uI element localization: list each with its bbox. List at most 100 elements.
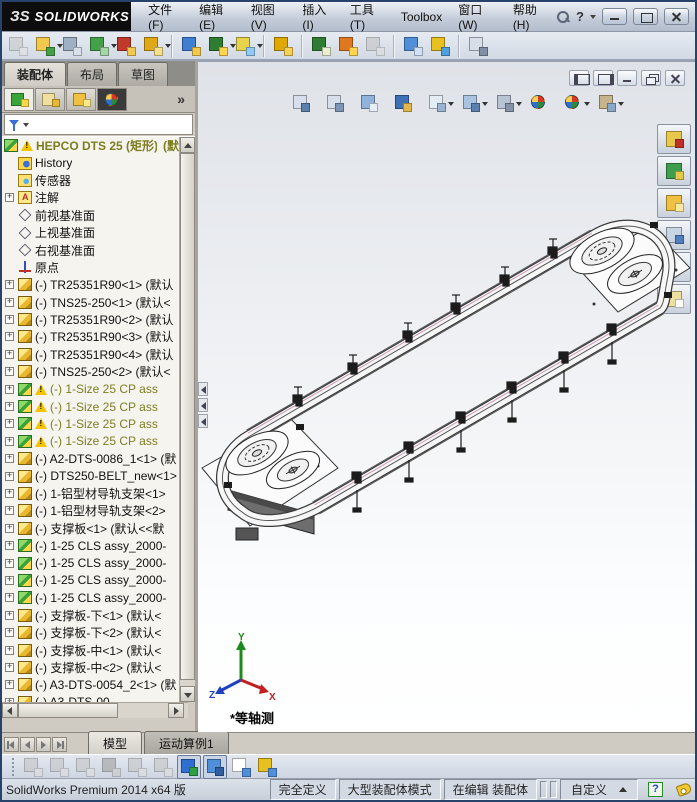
reload-button[interactable] bbox=[151, 755, 175, 779]
save-reminder-button[interactable] bbox=[255, 755, 279, 779]
tree-item[interactable]: (-) A3-DTS-00 bbox=[2, 694, 179, 702]
section-view-button[interactable] bbox=[392, 92, 414, 114]
expand-icon[interactable] bbox=[5, 557, 14, 568]
equations-button[interactable] bbox=[99, 755, 123, 779]
tree-item[interactable]: (-) 1-Size 25 CP ass bbox=[2, 398, 179, 415]
graphics-area[interactable]: , bbox=[198, 61, 695, 732]
design-library-button[interactable] bbox=[657, 156, 691, 186]
quick-tips-button[interactable]: ? bbox=[648, 782, 663, 797]
search-icon[interactable] bbox=[556, 10, 570, 24]
menu-item[interactable]: 帮助(H) bbox=[506, 2, 556, 35]
tree-item[interactable]: (-) 1-Size 25 CP ass bbox=[2, 380, 179, 397]
design-table-button[interactable] bbox=[229, 755, 253, 779]
help-menu[interactable]: ? bbox=[574, 9, 586, 24]
linear-component-pattern-button[interactable] bbox=[87, 34, 117, 58]
scroll-right-button[interactable] bbox=[168, 703, 184, 718]
expand-icon[interactable] bbox=[5, 522, 14, 533]
isolate-button[interactable] bbox=[309, 34, 333, 58]
expand-icon[interactable] bbox=[5, 504, 14, 516]
exploded-view-button[interactable] bbox=[271, 34, 295, 58]
menu-item[interactable]: 编辑(E) bbox=[192, 2, 242, 35]
grid-snap-button[interactable] bbox=[125, 755, 149, 779]
view-orientation-button[interactable] bbox=[426, 92, 454, 114]
tree-item[interactable]: 注解 bbox=[2, 189, 179, 206]
apply-scene-button[interactable] bbox=[562, 92, 590, 114]
expand-icon[interactable] bbox=[5, 452, 14, 464]
scrollbar-thumb[interactable] bbox=[180, 153, 195, 680]
expand-icon[interactable] bbox=[5, 539, 14, 551]
tree-item[interactable]: (-) 1-Size 25 CP ass bbox=[2, 433, 179, 450]
statistics-button[interactable] bbox=[73, 755, 97, 779]
tree-item[interactable]: 前视基准面 bbox=[2, 207, 179, 224]
move-component-button[interactable] bbox=[141, 34, 171, 58]
tab-scroll-last-button[interactable] bbox=[52, 737, 67, 752]
custom-properties-button[interactable] bbox=[657, 284, 691, 314]
zoom-to-area-button[interactable] bbox=[324, 92, 346, 114]
tree-item[interactable]: (-) A2-DTS-0086_1<1> (默 bbox=[2, 450, 179, 467]
tree-item[interactable]: (-) 1-Size 25 CP ass bbox=[2, 415, 179, 432]
tree-item[interactable]: (-) 1-25 CLS assy_2000- bbox=[2, 554, 179, 571]
command-tab[interactable]: 草图 bbox=[118, 62, 169, 86]
tree-item[interactable]: (-) 1-25 CLS assy_2000- bbox=[2, 537, 179, 554]
expand-icon[interactable] bbox=[5, 313, 14, 325]
doc-minimize-button[interactable] bbox=[617, 70, 637, 86]
expand-icon[interactable] bbox=[5, 417, 14, 429]
window-maximize-button[interactable] bbox=[633, 8, 658, 25]
expand-icon[interactable] bbox=[5, 191, 14, 203]
tree-horizontal-scrollbar[interactable] bbox=[2, 702, 188, 718]
tab-scroll-prev-button[interactable] bbox=[20, 737, 35, 752]
solidworks-resources-button[interactable] bbox=[657, 124, 691, 154]
edit-appearance-button[interactable] bbox=[528, 92, 550, 114]
tree-item[interactable]: (-) A3-DTS-0054_2<1> (默 bbox=[2, 676, 179, 693]
measure-button[interactable] bbox=[401, 34, 425, 58]
tab-scroll-first-button[interactable] bbox=[4, 737, 19, 752]
collapse-arrow-icon[interactable] bbox=[198, 382, 208, 396]
scroll-up-button[interactable] bbox=[180, 137, 195, 153]
document-tab[interactable]: 模型 bbox=[88, 731, 143, 754]
expand-icon[interactable] bbox=[5, 644, 14, 655]
view-palette-button[interactable] bbox=[657, 220, 691, 250]
mate-button[interactable] bbox=[60, 34, 84, 58]
tree-item[interactable]: (-) 1-25 CLS assy_2000- bbox=[2, 572, 179, 589]
tree-item[interactable]: 右视基准面 bbox=[2, 241, 179, 258]
expand-icon[interactable] bbox=[5, 400, 14, 412]
expand-icon[interactable] bbox=[5, 383, 14, 394]
display-style-button[interactable] bbox=[460, 92, 488, 114]
collapse-arrow-icon[interactable] bbox=[198, 414, 208, 428]
coordinate-system-button[interactable] bbox=[177, 754, 201, 779]
tree-item[interactable]: (-) 支撑板<1> (默认<<默 bbox=[2, 520, 179, 537]
propertymanager-tab-button[interactable] bbox=[35, 87, 65, 111]
expand-icon[interactable] bbox=[5, 574, 14, 585]
toolbar-grip[interactable] bbox=[12, 757, 15, 776]
edit-component-button[interactable] bbox=[6, 34, 30, 58]
tree-item[interactable]: 传感器 bbox=[2, 172, 179, 189]
tree-root-item[interactable]: HEPCO DTS 25 (矩形) (默 bbox=[2, 137, 179, 154]
menu-item[interactable]: 工具(T) bbox=[343, 2, 392, 35]
collapse-arrow-icon[interactable] bbox=[198, 398, 208, 412]
previous-view-button[interactable] bbox=[358, 92, 380, 114]
tree-item[interactable]: (-) 支撑板-中<1> (默认< bbox=[2, 641, 179, 658]
tree-item[interactable]: History bbox=[2, 154, 179, 171]
tree-item[interactable]: 上视基准面 bbox=[2, 224, 179, 241]
tree-item[interactable]: (-) TR25351R90<1> (默认 bbox=[2, 276, 179, 293]
doc-restore-button[interactable] bbox=[641, 70, 661, 86]
tree-item[interactable]: (-) TR25351R90<2> (默认 bbox=[2, 311, 179, 328]
menu-item[interactable]: 插入(I) bbox=[295, 2, 340, 35]
expand-icon[interactable] bbox=[5, 609, 14, 620]
menu-item[interactable]: Toolbox bbox=[394, 7, 449, 27]
view-settings-button[interactable] bbox=[596, 92, 624, 114]
filter-dropdown-caret[interactable] bbox=[23, 122, 29, 127]
mass-properties-button[interactable] bbox=[21, 755, 45, 779]
tree-item[interactable]: (-) TNS25-250<1> (默认< bbox=[2, 294, 179, 311]
tree-vertical-scrollbar[interactable] bbox=[179, 137, 195, 702]
featuremanager-tab-button[interactable] bbox=[4, 87, 34, 111]
configurationmanager-tab-button[interactable] bbox=[66, 87, 96, 111]
menu-item[interactable]: 视图(V) bbox=[244, 2, 294, 35]
expand-icon[interactable] bbox=[5, 435, 14, 446]
tree-item[interactable]: 原点 bbox=[2, 259, 179, 276]
expand-icon[interactable] bbox=[5, 296, 14, 307]
document-tab[interactable]: 运动算例1 bbox=[144, 731, 229, 754]
menu-item[interactable]: 文件(F) bbox=[141, 2, 190, 35]
window-minimize-button[interactable] bbox=[602, 8, 627, 25]
expand-icon[interactable] bbox=[5, 365, 14, 377]
